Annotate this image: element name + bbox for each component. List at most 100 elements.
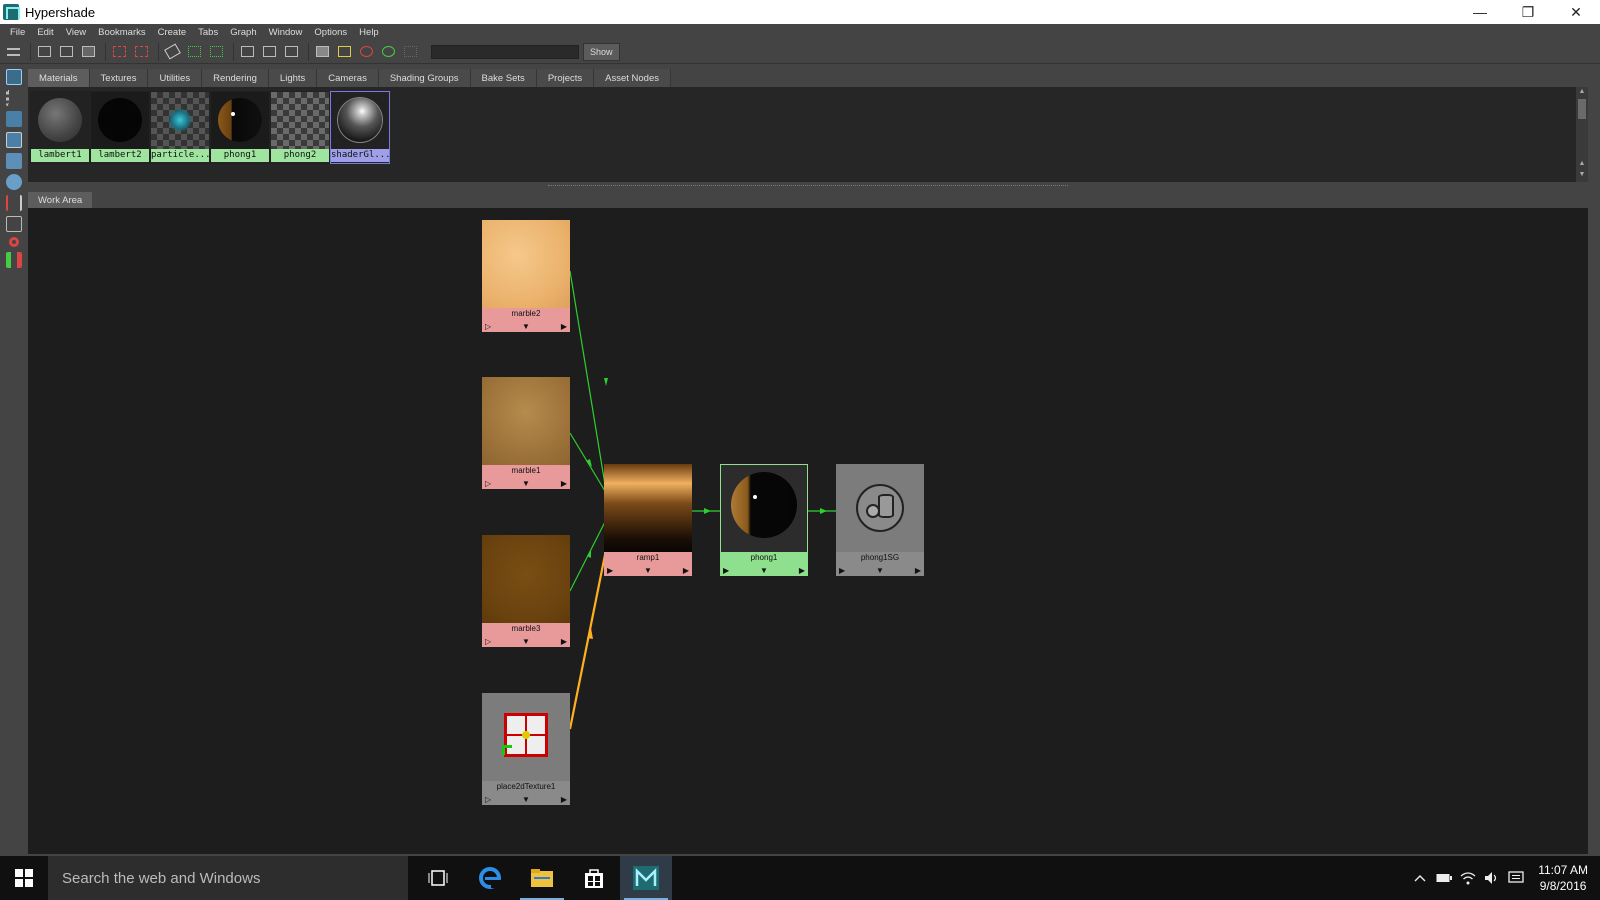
texture-view-icon[interactable] (6, 132, 22, 148)
menu-file[interactable]: File (4, 27, 31, 38)
swatch-phong2[interactable]: phong2 (270, 91, 330, 164)
graph-input-icon[interactable] (110, 43, 128, 61)
swatch-scrollbar[interactable]: ▲ ▲ ▼ (1576, 87, 1588, 182)
sort-time-icon[interactable] (9, 237, 19, 247)
node-phong1[interactable]: phong1 ▶ ▼ ▶ (720, 464, 808, 576)
menu-lines-icon[interactable] (4, 43, 22, 61)
snap-icon[interactable] (401, 43, 419, 61)
input-port-icon[interactable]: ▷ (485, 479, 491, 488)
input-port-icon[interactable]: ▷ (485, 322, 491, 331)
scroll-up-icon[interactable]: ▲ (1576, 87, 1588, 97)
layout-split-icon[interactable] (79, 43, 97, 61)
node-view-1-icon[interactable] (238, 43, 256, 61)
list-view-icon[interactable] (6, 90, 22, 106)
sort-reverse-icon[interactable] (6, 252, 22, 268)
layout-top-icon[interactable] (35, 43, 53, 61)
render-icon[interactable] (357, 43, 375, 61)
sphere-view-icon[interactable] (6, 153, 22, 169)
output-port-icon[interactable]: ▶ (561, 795, 567, 804)
input-port-icon[interactable]: ▶ (839, 566, 845, 575)
grid-icon[interactable] (379, 43, 397, 61)
menu-options[interactable]: Options (308, 27, 353, 38)
attribute-icon[interactable] (335, 43, 353, 61)
expand-icon[interactable]: ▼ (760, 566, 768, 575)
expand-icon[interactable]: ▼ (522, 479, 530, 488)
tab-utilities[interactable]: Utilities (148, 69, 203, 87)
store-button[interactable] (568, 856, 620, 900)
swatch-lambert1[interactable]: lambert1 (30, 91, 90, 164)
output-port-icon[interactable]: ▶ (915, 566, 921, 575)
swatch-shaderglow[interactable]: shaderGl... (330, 91, 390, 164)
menu-view[interactable]: View (60, 27, 92, 38)
start-button[interactable] (0, 856, 48, 900)
swatch-toggle-icon[interactable] (313, 43, 331, 61)
scroll-up-icon[interactable]: ▲ (1576, 159, 1588, 169)
tab-asset-nodes[interactable]: Asset Nodes (594, 69, 672, 87)
expand-icon[interactable]: ▼ (644, 566, 652, 575)
input-port-icon[interactable]: ▶ (607, 566, 613, 575)
graph-output-icon[interactable] (132, 43, 150, 61)
expand-icon[interactable]: ▼ (522, 795, 530, 804)
tab-materials[interactable]: Materials (28, 69, 90, 87)
restore-button[interactable]: ❐ (1504, 0, 1552, 24)
output-port-icon[interactable]: ▶ (561, 479, 567, 488)
node-marble1[interactable]: marble1 ▷ ▼ ▶ (482, 377, 570, 489)
edge-button[interactable] (464, 856, 516, 900)
swatch-phong1[interactable]: phong1 (210, 91, 270, 164)
expand-icon[interactable]: ▼ (876, 566, 884, 575)
expand-icon[interactable]: ▼ (522, 637, 530, 646)
menu-help[interactable]: Help (353, 27, 385, 38)
tab-shading-groups[interactable]: Shading Groups (378, 69, 471, 87)
output-port-icon[interactable]: ▶ (561, 637, 567, 646)
filter-input[interactable] (431, 44, 579, 59)
input-port-icon[interactable]: ▷ (485, 795, 491, 804)
work-area-graph[interactable]: marble2 ▷ ▼ ▶ marble1 ▷ ▼ ▶ marble3 ▷ ▼ (28, 208, 1588, 854)
expand-icon[interactable]: ▼ (522, 322, 530, 331)
maya-taskbar-button[interactable] (620, 856, 672, 900)
minimize-button[interactable]: — (1456, 0, 1504, 24)
tab-projects[interactable]: Projects (536, 69, 595, 87)
tab-bake-sets[interactable]: Bake Sets (470, 69, 537, 87)
graph-clear-icon[interactable] (207, 43, 225, 61)
panel-divider[interactable] (28, 182, 1588, 190)
menu-create[interactable]: Create (152, 27, 193, 38)
material-view-icon[interactable] (6, 111, 22, 127)
brush-icon[interactable] (163, 43, 181, 61)
input-port-icon[interactable]: ▷ (485, 637, 491, 646)
output-port-icon[interactable]: ▶ (561, 322, 567, 331)
tab-lights[interactable]: Lights (268, 69, 318, 87)
swatch-particle[interactable]: particle... (150, 91, 210, 164)
sort-type-icon[interactable] (6, 216, 22, 232)
create-panel-icon[interactable] (6, 69, 22, 85)
taskbar-clock[interactable]: 11:07 AM 9/8/2016 (1538, 862, 1588, 894)
output-port-icon[interactable]: ▶ (799, 566, 805, 575)
notifications-icon[interactable] (1504, 856, 1528, 900)
tab-textures[interactable]: Textures (89, 69, 149, 87)
node-marble2[interactable]: marble2 ▷ ▼ ▶ (482, 220, 570, 332)
volume-icon[interactable] (1480, 856, 1504, 900)
input-port-icon[interactable]: ▶ (723, 566, 729, 575)
swatch-lambert2[interactable]: lambert2 (90, 91, 150, 164)
menu-tabs[interactable]: Tabs (192, 27, 224, 38)
node-phong1sg[interactable]: phong1SG ▶ ▼ ▶ (836, 464, 924, 576)
scroll-thumb[interactable] (1578, 99, 1586, 119)
large-swatch-icon[interactable] (6, 174, 22, 190)
taskbar-search[interactable]: Search the web and Windows (48, 856, 408, 900)
node-ramp1[interactable]: ramp1 ▶ ▼ ▶ (604, 464, 692, 576)
chevron-up-icon[interactable] (1408, 856, 1432, 900)
menu-edit[interactable]: Edit (31, 27, 59, 38)
scroll-down-icon[interactable]: ▼ (1576, 170, 1588, 180)
task-view-button[interactable] (412, 856, 464, 900)
battery-icon[interactable] (1432, 856, 1456, 900)
close-button[interactable]: ✕ (1552, 0, 1600, 24)
node-view-3-icon[interactable] (282, 43, 300, 61)
file-explorer-button[interactable] (516, 856, 568, 900)
menu-bookmarks[interactable]: Bookmarks (92, 27, 152, 38)
tab-work-area[interactable]: Work Area (28, 192, 93, 208)
node-view-2-icon[interactable] (260, 43, 278, 61)
menu-window[interactable]: Window (263, 27, 309, 38)
graph-network-icon[interactable] (185, 43, 203, 61)
show-button[interactable]: Show (583, 42, 620, 61)
tab-rendering[interactable]: Rendering (202, 69, 269, 87)
tab-cameras[interactable]: Cameras (317, 69, 379, 87)
